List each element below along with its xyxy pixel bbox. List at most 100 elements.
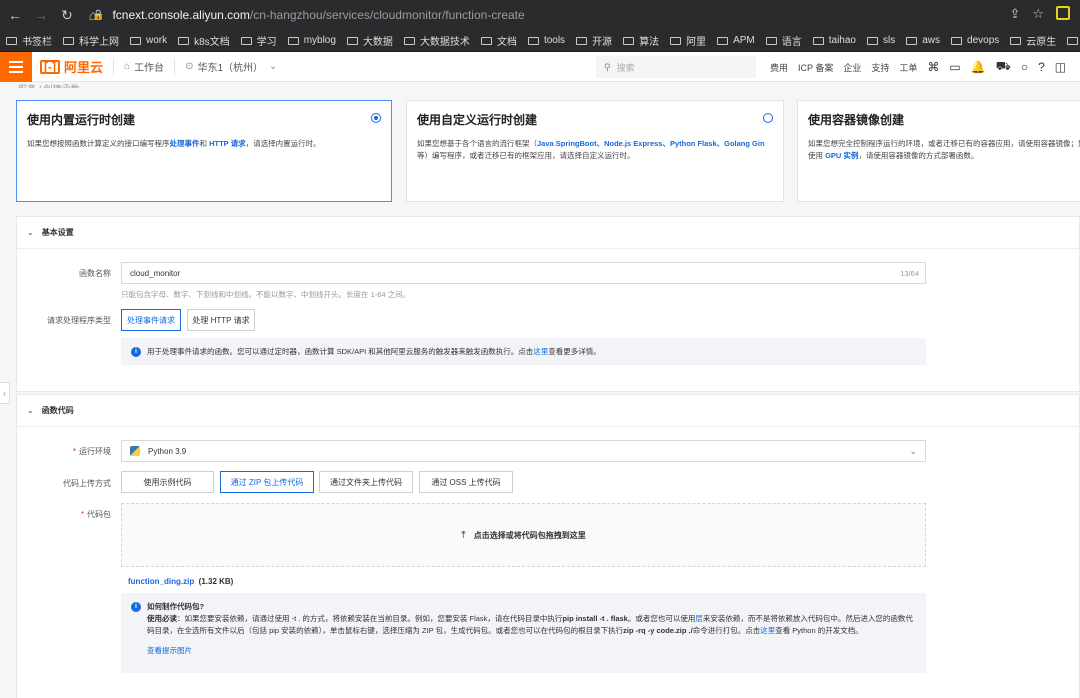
topbar-link[interactable]: 费用 [770,61,788,74]
reload-icon[interactable]: ↻ [56,7,78,24]
handler-http-button[interactable]: 处理 HTTP 请求 [187,309,255,331]
topbar-link[interactable]: 企业 [843,61,861,74]
section-header[interactable]: ⌄ 函数代码 [17,395,1079,427]
bookmark-label: aws [922,35,941,46]
back-icon[interactable]: ← [4,7,26,23]
bookmark-item[interactable]: work [130,35,167,46]
screen-icon[interactable]: ▭ [949,60,960,74]
upload-method-label: 代码上传方式 [63,479,111,488]
cart-icon[interactable]: ⛟ [996,59,1011,75]
help-icon[interactable]: ? [1038,60,1045,74]
workbench-link[interactable]: ⌂ 工作台 [124,59,164,74]
card-title: 使用容器镜像创建 [808,113,905,127]
handler-event-button[interactable]: 处理事件请求 [121,309,181,331]
function-name-input[interactable]: cloud_monitor 13/64 [121,262,926,284]
topbar-link[interactable]: 工单 [899,61,917,74]
folder-icon [287,36,299,45]
folder-icon [346,36,358,45]
sidebar-expand-icon[interactable]: › [0,382,10,404]
terminal-icon[interactable]: ⌘ [927,60,939,74]
upload-dropzone[interactable]: ⤒ 点击选择或将代码包拖拽到这里 [121,503,926,567]
share-icon[interactable]: ⇪ [1009,6,1020,22]
view-hint-image-link[interactable]: 查看提示图片 [147,645,916,657]
bookmark-item[interactable]: sls [866,35,895,46]
forward-icon[interactable]: → [30,7,52,23]
bookmark-item[interactable]: devops [951,35,999,46]
topbar-link[interactable]: 支持 [871,61,889,74]
section-header[interactable]: ⌄ 基本设置 [17,217,1079,249]
bookmark-item[interactable]: aws [906,35,940,46]
file-size: (1.32 KB) [198,577,234,586]
folder-icon [130,36,141,45]
function-name-label: 函数名称 [79,269,111,278]
bookmark-item[interactable]: 云原生 [1010,33,1056,48]
bookmark-item[interactable]: 语言 [765,33,802,48]
upload-oss-button[interactable]: 通过 OSS 上传代码 [419,471,513,493]
help-title: 如何制作代码包? [147,602,205,611]
runtime-select[interactable]: Python 3.9 ⌄ [121,440,926,462]
lightbulb-icon[interactable]: ○ [1021,60,1028,74]
bookmark-item[interactable]: APM [717,35,755,46]
user-icon[interactable]: ◫ [1055,60,1066,74]
dropzone-text: 点击选择或将代码包拖拽到这里 [473,530,586,540]
console-topbar: [-] 阿里云 ⌂ 工作台 ⊙ 华东1（杭州） ⌄ ⚲ 搜索 费用 ICP 备案 企业 支持 工单… [0,51,1080,82]
section-function-code: ⌄ 函数代码 * 运行环境 Python 3.9 ⌄ 代码上传方式 使用示例代码 通过… [16,394,1080,698]
card-custom-runtime[interactable]: 使用自定义运行时创建 如果您想基于各个语言的流行框架（Java SpringBo… [406,100,784,202]
extension-icon[interactable] [1056,6,1070,20]
upload-folder-button[interactable]: 通过文件夹上传代码 [319,471,413,493]
bookmark-item[interactable]: 书签栏 [6,33,52,48]
bookmark-label: tools [543,35,566,46]
card-desc: 如果您想基于各个语言的流行框架（Java SpringBoot、Node.js … [417,139,765,160]
bookmark-item[interactable]: 大数据技术 [403,33,470,48]
bookmark-item[interactable]: k8s文档 [178,33,230,48]
search-input[interactable]: ⚲ 搜索 [596,56,756,78]
bookmark-item[interactable]: 大数据 [346,33,393,48]
topbar-link[interactable]: ICP 备案 [798,61,833,74]
card-container-image[interactable]: 使用容器镜像创建 如果您想完全控制程序运行的环境，或者迁移已有的容器应用，请使用… [797,100,1080,202]
chevron-down-icon: ⌄ [909,445,917,456]
bookmark-item[interactable]: 科学上网 [63,33,119,48]
aliyun-logo[interactable]: [-] 阿里云 [40,57,103,76]
file-name-link[interactable]: function_ding.zip [128,577,194,586]
bookmark-item[interactable]: taihao [812,35,856,46]
bookmark-item[interactable]: 学习 [240,33,277,48]
radio-unselected[interactable] [763,113,773,123]
menu-icon[interactable] [0,51,32,82]
logo-mark-icon: [-] [40,59,60,74]
upload-zip-button[interactable]: 通过 ZIP 包上传代码 [220,471,314,493]
bookmark-label: 语言 [781,37,802,48]
card-desc: 如果您想完全控制程序运行的环境，或者迁移已有的容器应用，请使用容器镜像；如果您想… [808,139,1080,160]
function-name-value: cloud_monitor [130,268,181,278]
region-selector[interactable]: ⊙ 华东1（杭州） ⌄ [185,59,281,74]
uploaded-file: function_ding.zip (1.32 KB) [128,577,233,586]
bookmark-item[interactable]: 故障演练 [1067,33,1080,48]
section-title: 基本设置 [41,228,74,237]
radio-selected[interactable] [371,113,381,123]
handler-info-link[interactable]: 这里 [533,347,548,356]
browser-toolbar: ← → ↻ ⌂ 🔒 fcnext.console.aliyun.com/cn-h… [0,0,1080,30]
card-builtin-runtime[interactable]: 使用内置运行时创建 如果您想按照函数计算定义的接口编写程序处理事件和 HTTP … [16,100,392,202]
python-docs-link[interactable]: 这里 [760,626,775,635]
bookmark-item[interactable]: myblog [287,35,336,46]
bookmark-label: 云原生 [1026,37,1057,48]
folder-icon [178,36,190,45]
layer-link[interactable]: 层 [695,614,703,623]
folder-icon [717,36,729,45]
address-bar[interactable]: 🔒 fcnext.console.aliyun.com/cn-hangzhou/… [92,4,1072,26]
folder-icon [480,36,492,45]
bookmark-item[interactable]: 阿里 [670,33,706,48]
folder-icon [906,36,918,45]
bookmark-star-icon[interactable]: ☆ [1032,6,1044,22]
upload-sample-button[interactable]: 使用示例代码 [121,471,214,493]
bookmark-item[interactable]: tools [527,35,566,46]
bookmark-item[interactable]: 文档 [480,33,517,48]
folder-icon [866,36,878,45]
handler-info-text: 用于处理事件请求的函数。您可以通过定时器，函数计算 SDK/API 和其他阿里云… [147,347,601,356]
region-label: 华东1（杭州） [197,63,264,74]
folder-icon [951,36,963,45]
folder-icon [576,36,588,45]
bookmark-item[interactable]: 算法 [623,33,659,48]
bookmark-item[interactable]: 开源 [576,33,612,48]
bell-icon[interactable]: 🔔 [971,60,986,74]
folder-icon [812,36,824,45]
